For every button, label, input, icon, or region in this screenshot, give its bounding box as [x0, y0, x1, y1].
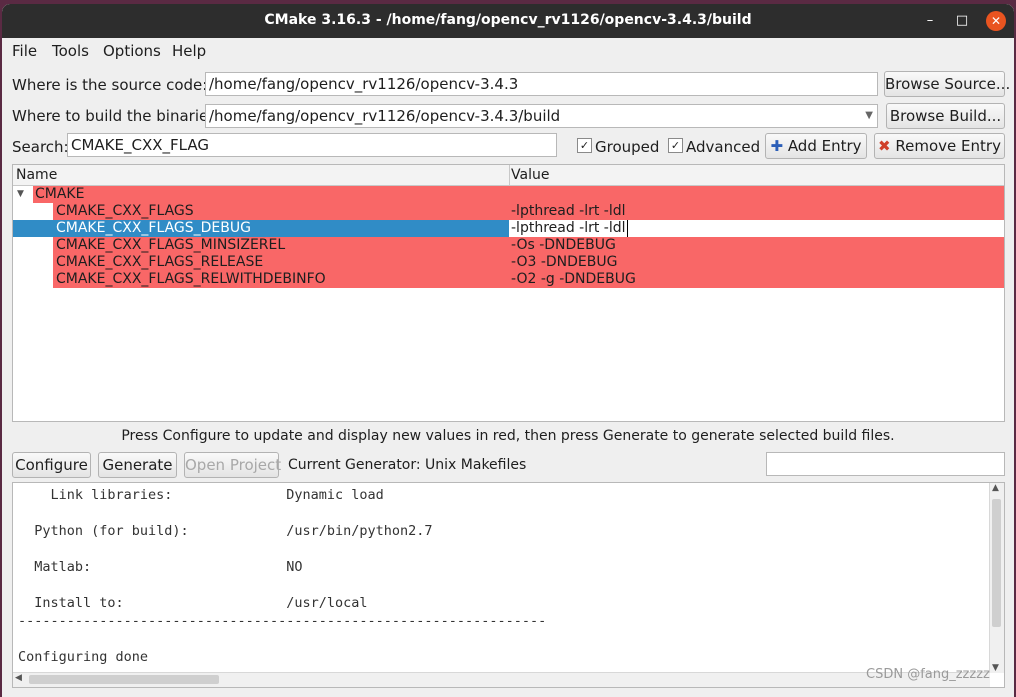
grouped-label: Grouped: [595, 138, 660, 156]
grouped-checkbox[interactable]: ✓: [577, 138, 592, 153]
table-row[interactable]: CMAKE_CXX_FLAGS_MINSIZEREL -Os -DNDEBUG: [13, 237, 1004, 254]
log-line: Link libraries: Dynamic load: [18, 487, 384, 503]
add-entry-label: Add Entry: [787, 137, 862, 155]
log-line: Matlab: NO: [18, 559, 303, 575]
menu-tools[interactable]: Tools: [52, 42, 89, 60]
maximize-button[interactable]: □: [952, 11, 972, 31]
plus-icon: ✚: [770, 137, 784, 155]
menu-bar: File Tools Options Help: [2, 38, 1014, 64]
remove-icon: ✖: [878, 137, 891, 155]
window-title: CMake 3.16.3 - /home/fang/opencv_rv1126/…: [264, 12, 752, 28]
log-line: Configuring done: [18, 649, 149, 665]
remove-entry-label: Remove Entry: [895, 137, 1001, 155]
column-name-header[interactable]: Name: [16, 167, 57, 183]
current-generator-label: Current Generator: Unix Makefiles: [288, 457, 527, 473]
build-path-combobox[interactable]: /home/fang/opencv_rv1126/opencv-3.4.3/bu…: [205, 104, 878, 128]
column-value-header[interactable]: Value: [511, 167, 549, 183]
output-search-input[interactable]: [766, 452, 1005, 476]
menu-file[interactable]: File: [12, 42, 37, 60]
row-value[interactable]: -O3 -DNDEBUG: [511, 254, 617, 271]
remove-entry-button[interactable]: ✖ Remove Entry: [874, 133, 1005, 159]
vertical-scrollbar[interactable]: ▲ ▼: [989, 483, 1004, 673]
row-value[interactable]: -O2 -g -DNDEBUG: [511, 271, 636, 288]
add-entry-button[interactable]: ✚ Add Entry: [765, 133, 867, 159]
table-row-selected[interactable]: CMAKE_CXX_FLAGS_DEBUG -lpthread -lrt -ld…: [13, 220, 1004, 237]
advanced-label: Advanced: [686, 138, 761, 156]
row-value[interactable]: -Os -DNDEBUG: [511, 237, 616, 254]
build-path-value: /home/fang/opencv_rv1126/opencv-3.4.3/bu…: [209, 107, 561, 125]
horizontal-scrollbar[interactable]: ◀: [13, 672, 990, 687]
title-bar[interactable]: CMake 3.16.3 - /home/fang/opencv_rv1126/…: [2, 4, 1014, 38]
chevron-down-icon[interactable]: ▼: [865, 105, 873, 127]
horizontal-scroll-thumb[interactable]: [29, 675, 219, 684]
column-divider[interactable]: [509, 165, 510, 185]
row-name: CMAKE_CXX_FLAGS_RELWITHDEBINFO: [56, 271, 326, 287]
scroll-left-icon[interactable]: ◀: [15, 673, 22, 683]
browse-build-button[interactable]: Browse Build...: [886, 103, 1005, 129]
close-button[interactable]: ✕: [986, 11, 1006, 31]
expand-arrow-icon[interactable]: ▼: [17, 186, 24, 203]
log-line: Python (for build): /usr/bin/python2.7: [18, 523, 433, 539]
group-label: CMAKE: [35, 186, 85, 202]
cmake-window: CMake 3.16.3 - /home/fang/opencv_rv1126/…: [2, 4, 1014, 697]
search-label: Search:: [12, 138, 69, 156]
source-label: Where is the source code:: [12, 76, 208, 94]
row-name: CMAKE_CXX_FLAGS_DEBUG: [56, 220, 251, 236]
open-project-button[interactable]: Open Project: [184, 452, 281, 478]
scroll-up-icon[interactable]: ▲: [992, 483, 999, 493]
table-row[interactable]: CMAKE_CXX_FLAGS_RELEASE -O3 -DNDEBUG: [13, 254, 1004, 271]
log-separator: ----------------------------------------…: [18, 613, 547, 629]
watermark: CSDN @fang_zzzzz: [866, 667, 990, 682]
source-path-input[interactable]: /home/fang/opencv_rv1126/opencv-3.4.3: [205, 72, 878, 96]
minimize-button[interactable]: –: [920, 11, 940, 31]
table-row[interactable]: CMAKE_CXX_FLAGS -lpthread -lrt -ldl: [13, 203, 1004, 220]
browse-source-button[interactable]: Browse Source...: [884, 71, 1010, 97]
generate-button[interactable]: Generate: [98, 452, 177, 478]
configure-button[interactable]: Configure: [12, 452, 91, 478]
row-value[interactable]: -lpthread -lrt -ldl: [511, 203, 626, 220]
status-hint: Press Configure to update and display ne…: [121, 428, 895, 444]
output-log[interactable]: Link libraries: Dynamic load Python (for…: [12, 482, 1005, 688]
search-input[interactable]: CMAKE_CXX_FLAG: [67, 133, 557, 157]
cache-table: Name Value ▼ CMAKE CMAKE_CXX_FLAGS -lpth…: [12, 164, 1005, 422]
table-header: Name Value: [13, 165, 1004, 186]
group-row[interactable]: ▼ CMAKE: [13, 186, 1004, 203]
row-value-editor[interactable]: -lpthread -lrt -ldl: [511, 220, 628, 237]
binaries-label: Where to build the binaries:: [12, 107, 222, 125]
table-row[interactable]: CMAKE_CXX_FLAGS_RELWITHDEBINFO -O2 -g -D…: [13, 271, 1004, 288]
scroll-down-icon[interactable]: ▼: [992, 663, 999, 673]
log-line: Install to: /usr/local: [18, 595, 368, 611]
menu-help[interactable]: Help: [172, 42, 206, 60]
menu-options[interactable]: Options: [103, 42, 161, 60]
row-name: CMAKE_CXX_FLAGS_MINSIZEREL: [56, 237, 286, 253]
vertical-scroll-thumb[interactable]: [992, 499, 1001, 627]
row-name: CMAKE_CXX_FLAGS_RELEASE: [56, 254, 264, 270]
row-name: CMAKE_CXX_FLAGS: [56, 203, 194, 219]
advanced-checkbox[interactable]: ✓: [668, 138, 683, 153]
group-row-bg: [33, 186, 1004, 203]
